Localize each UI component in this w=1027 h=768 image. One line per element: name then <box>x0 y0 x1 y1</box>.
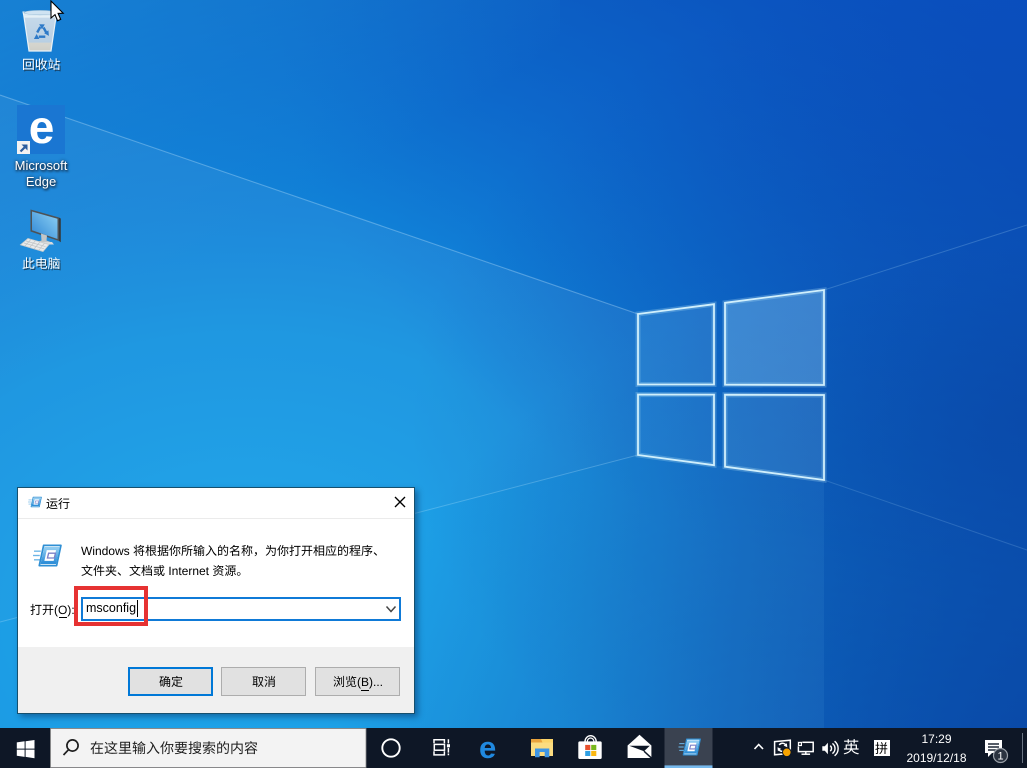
svg-text:1: 1 <box>997 751 1003 763</box>
svg-text:e: e <box>479 730 496 765</box>
svg-text:e: e <box>29 105 55 153</box>
